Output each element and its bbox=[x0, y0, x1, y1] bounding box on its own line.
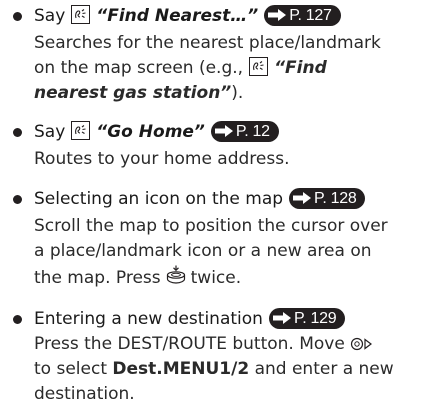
page-ref-label: P. 128 bbox=[314, 189, 357, 207]
bullet bbox=[13, 315, 22, 324]
voice-command-example: “Find bbox=[274, 58, 327, 78]
voice-command: “Go Home” bbox=[96, 122, 205, 142]
item-description: destination. bbox=[34, 384, 135, 404]
item-description: Scroll the map to position the cursor ov… bbox=[34, 216, 388, 236]
heading-text: Selecting an icon on the map bbox=[34, 189, 284, 209]
page-ref-label: P. 12 bbox=[235, 122, 270, 140]
bullet bbox=[13, 12, 22, 21]
voice-command-example: nearest gas station” bbox=[34, 83, 232, 103]
right-arrow-icon bbox=[214, 124, 234, 138]
bullet bbox=[13, 195, 22, 204]
bullet bbox=[13, 128, 22, 137]
item-heading: Say “Find Nearest…” P. 127 bbox=[34, 4, 341, 29]
description-text: and enter a new bbox=[254, 359, 394, 379]
heading-text: Entering a new destination bbox=[34, 309, 263, 329]
item-description: nearest gas station”). bbox=[34, 81, 243, 106]
description-text: the map. Press bbox=[34, 268, 161, 288]
right-arrow-icon bbox=[272, 311, 292, 325]
page-reference-link[interactable]: P. 129 bbox=[268, 307, 346, 329]
description-text: ). bbox=[231, 83, 244, 103]
item-heading: Entering a new destination P. 129 bbox=[34, 307, 346, 332]
description-text: twice. bbox=[190, 268, 242, 288]
talk-voice-icon bbox=[249, 57, 269, 76]
item-description: Searches for the nearest place/landmark bbox=[34, 33, 381, 53]
page-reference-link[interactable]: P. 12 bbox=[210, 120, 279, 142]
page-reference-link[interactable]: P. 127 bbox=[264, 4, 341, 26]
description-text: Press the DEST/ROUTE button. Move bbox=[34, 334, 345, 354]
description-text: to select bbox=[34, 359, 107, 379]
menu-name: Dest.MENU1/2 bbox=[112, 359, 250, 379]
talk-voice-icon bbox=[71, 5, 91, 24]
page-ref-label: P. 127 bbox=[289, 6, 332, 24]
voice-command: “Find Nearest…” bbox=[96, 6, 259, 26]
item-description: a place/landmark icon or a new area on bbox=[34, 241, 372, 261]
page-ref-label: P. 129 bbox=[293, 309, 337, 327]
heading-prefix: Say bbox=[34, 6, 66, 26]
item-heading: Selecting an icon on the map P. 128 bbox=[34, 187, 366, 212]
talk-voice-icon bbox=[71, 121, 91, 140]
item-description: on the map screen (e.g., “Find bbox=[34, 56, 327, 81]
right-arrow-icon bbox=[292, 191, 312, 205]
item-heading: Say “Go Home” P. 12 bbox=[34, 120, 279, 145]
description-text: on the map screen (e.g., bbox=[34, 58, 244, 78]
item-description: Routes to your home address. bbox=[34, 149, 290, 169]
page-reference-link[interactable]: P. 128 bbox=[289, 187, 366, 209]
interface-dial-push-icon bbox=[165, 264, 187, 294]
heading-prefix: Say bbox=[34, 122, 66, 142]
item-description: to select Dest.MENU1/2 and enter a new bbox=[34, 357, 394, 382]
item-description: Press the DEST/ROUTE button. Move bbox=[34, 332, 377, 357]
right-arrow-icon bbox=[267, 8, 287, 22]
item-description: the map. Press twice. bbox=[34, 264, 241, 289]
